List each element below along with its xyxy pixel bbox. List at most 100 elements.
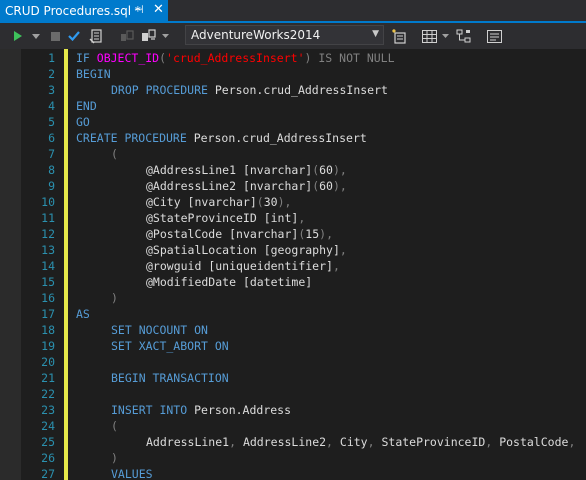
- code-token: ): [111, 291, 118, 305]
- code-token: [geography]: [263, 243, 340, 257]
- code-token: Person.crud_AddressInsert: [214, 83, 388, 97]
- code-line[interactable]: ): [111, 450, 118, 466]
- stop-icon[interactable]: [48, 23, 62, 49]
- tab-title: CRUD Procedures.sql *: [5, 3, 141, 18]
- line-number: 15: [41, 275, 55, 289]
- line-number: 5: [48, 115, 55, 129]
- code-line[interactable]: @rowguid [uniqueidentifier],: [146, 258, 340, 274]
- results-dropdown-icon[interactable]: [440, 23, 450, 49]
- line-number: 2: [48, 67, 55, 81]
- code-token: BEGIN TRANSACTION: [111, 371, 229, 385]
- code-token: GO: [76, 115, 90, 129]
- database-select-value: AdventureWorks2014: [191, 28, 321, 42]
- code-token: ,: [367, 435, 382, 449]
- code-line[interactable]: BEGIN: [76, 66, 111, 82]
- code-token: @AddressLine1: [146, 163, 243, 177]
- line-number: 7: [48, 147, 55, 161]
- code-line[interactable]: END: [76, 98, 97, 114]
- document-tab-bar: CRUD Procedures.sql * ⊣ ✕: [0, 0, 586, 23]
- code-token: @PostalCode: [146, 227, 230, 241]
- line-number: 4: [48, 99, 55, 113]
- code-token: OBJECT_ID: [96, 51, 160, 65]
- code-token: [uniqueidentifier]: [208, 259, 333, 273]
- code-line[interactable]: @StateProvinceID [int],: [146, 210, 305, 226]
- dropdown-arrow-icon[interactable]: [160, 23, 170, 49]
- code-line[interactable]: CREATE PROCEDURE Person.crud_AddressInse…: [76, 130, 367, 146]
- code-line[interactable]: GO: [76, 114, 90, 130]
- sql-editor[interactable]: 1 2 3 4 5 6 7 8 9 10 11 12 13 14 15 16 17 18 19 20 21 22 23 24 2…: [0, 49, 586, 480]
- code-token: ): [304, 51, 319, 65]
- code-token: (: [159, 51, 167, 65]
- code-line[interactable]: SET XACT_ABORT ON: [111, 338, 229, 354]
- code-token: ,: [485, 435, 500, 449]
- code-line[interactable]: (: [111, 146, 118, 162]
- code-line[interactable]: SET NOCOUNT ON: [111, 322, 208, 338]
- code-token: AddressLine1: [146, 435, 230, 449]
- code-token: ),: [277, 195, 292, 209]
- code-token: AS: [76, 307, 90, 321]
- code-line[interactable]: IF OBJECT_ID('crud_AddressInsert') IS NO…: [76, 50, 395, 66]
- pin-icon[interactable]: ⊣: [134, 3, 144, 16]
- change-connection-icon[interactable]: [140, 23, 158, 49]
- dropdown-icon[interactable]: [30, 23, 42, 49]
- code-line[interactable]: @AddressLine1 [nvarchar](60),: [146, 162, 347, 178]
- code-token: ),: [332, 163, 347, 177]
- code-line[interactable]: AddressLine1, AddressLine2, City, StateP…: [146, 434, 575, 450]
- code-line[interactable]: @AddressLine2 [nvarchar](60),: [146, 178, 347, 194]
- line-number: 27: [41, 467, 55, 480]
- code-token: ): [111, 451, 118, 465]
- code-line[interactable]: BEGIN TRANSACTION: [111, 370, 229, 386]
- code-line[interactable]: @ModifiedDate [datetime]: [146, 274, 312, 290]
- chevron-down-icon: ▼: [372, 29, 379, 39]
- code-token: (: [256, 195, 264, 209]
- database-select[interactable]: AdventureWorks2014 ▼: [185, 25, 384, 45]
- code-token: 15: [305, 227, 320, 241]
- code-line[interactable]: @SpatialLocation [geography],: [146, 242, 347, 258]
- line-number: 9: [48, 179, 55, 193]
- code-token: AddressLine2: [242, 435, 327, 449]
- code-token: IS NOT NULL: [318, 51, 395, 65]
- code-token: City: [339, 435, 368, 449]
- code-line[interactable]: @PostalCode [nvarchar](15),: [146, 226, 333, 242]
- display-plan-icon[interactable]: [87, 23, 105, 49]
- query-options-icon[interactable]: [390, 23, 408, 49]
- code-token: [nvarchar]: [242, 163, 313, 177]
- code-token: [datetime]: [242, 275, 313, 289]
- code-token: @StateProvinceID: [146, 211, 264, 225]
- parse-check-icon[interactable]: [66, 23, 82, 49]
- code-token: ),: [319, 227, 333, 241]
- comment-icon[interactable]: [485, 23, 503, 49]
- code-token: 'crud_AddressInsert': [166, 51, 305, 65]
- results-grid-icon[interactable]: [420, 23, 438, 49]
- code-token: VALUES: [111, 467, 153, 480]
- close-icon[interactable]: ✕: [153, 2, 164, 17]
- line-number: 20: [41, 355, 55, 369]
- include-plan-icon[interactable]: [455, 23, 473, 49]
- code-token: [int]: [263, 211, 299, 225]
- connect-icon[interactable]: [118, 23, 136, 49]
- code-token: (: [111, 147, 118, 161]
- code-line[interactable]: AS: [76, 306, 90, 322]
- code-token: 60: [319, 163, 333, 177]
- code-line[interactable]: VALUES: [111, 466, 153, 480]
- code-line[interactable]: @City [nvarchar](30),: [146, 194, 291, 210]
- code-line[interactable]: ): [111, 290, 118, 306]
- code-line[interactable]: INSERT INTO Person.Address: [111, 402, 291, 418]
- code-token: Person.Address: [194, 403, 292, 417]
- line-number: 18: [41, 323, 55, 337]
- tab-crud-procedures[interactable]: CRUD Procedures.sql * ⊣ ✕: [0, 0, 168, 21]
- code-token: @SpatialLocation: [146, 243, 264, 257]
- line-number: 13: [41, 243, 55, 257]
- code-line[interactable]: (: [111, 418, 118, 434]
- execute-icon[interactable]: [10, 23, 26, 49]
- code-token: ,: [229, 435, 243, 449]
- line-number: 19: [41, 339, 55, 353]
- code-token: @ModifiedDate: [146, 275, 243, 289]
- code-line[interactable]: DROP PROCEDURE Person.crud_AddressInsert: [111, 82, 388, 98]
- line-number: 25: [41, 435, 55, 449]
- code-token: (: [111, 419, 118, 433]
- code-token: @rowguid: [146, 259, 209, 273]
- line-number: 12: [41, 227, 55, 241]
- line-number: 23: [41, 403, 55, 417]
- line-number: 16: [41, 291, 55, 305]
